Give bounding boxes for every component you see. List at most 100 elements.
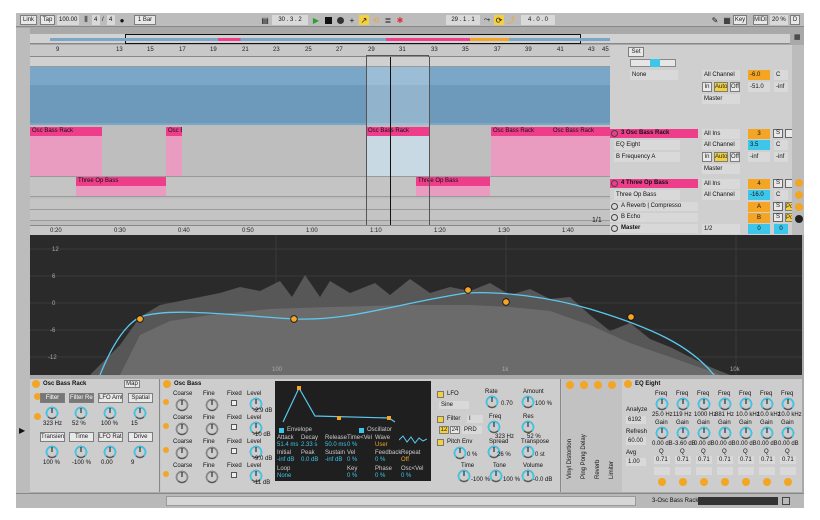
overdub-icon[interactable]: + [347,15,357,25]
track-fold-icon[interactable] [611,180,618,187]
automation-arm-icon[interactable]: ↗ [359,15,369,25]
oscillator-tab[interactable]: Oscillator [367,427,392,433]
chain-device-power-icon[interactable] [594,381,602,389]
rotary-knob[interactable] [175,470,189,484]
env-sustain-value[interactable]: -inf dB [325,457,342,463]
operator-color-icon[interactable] [163,471,169,477]
band-filter-type[interactable] [717,467,733,475]
time-sig-numerator[interactable]: 4 [92,15,100,25]
follow-icon[interactable]: ▤ [260,15,270,25]
loop-start-field[interactable]: 29 . 1 . 1 [446,15,480,25]
midi-map-button[interactable]: MIDI [753,15,768,25]
rotary-knob[interactable] [697,397,711,411]
adaptive-q-field[interactable]: 6192 [626,416,646,424]
track-pan[interactable]: C [774,70,788,80]
env-attack-value[interactable]: 51.4 ms [277,442,298,448]
clip-osc-bass-rack[interactable]: Osc Bass Rack [30,127,102,136]
rack-macro-icon[interactable] [34,413,41,420]
env-repeat-value[interactable]: Off [401,457,409,463]
chain-device-power-icon[interactable] [608,381,616,389]
track-number[interactable]: 4 [748,179,770,189]
track-volume[interactable]: -6.0 [748,70,770,80]
rotary-knob[interactable] [718,397,732,411]
band-number-icon[interactable] [742,478,750,486]
cue-out-select[interactable]: 1/2 [702,224,740,234]
eq-spectrum-display[interactable]: 12 6 0 -6 -12 100 1k 10k [30,235,802,376]
band-number-icon[interactable] [679,478,687,486]
rotary-knob[interactable] [457,469,471,483]
operator-color-icon[interactable] [163,447,169,453]
arrangement-overview[interactable] [30,34,790,44]
arrangement-tracks[interactable]: Osc Bass Rack Osc Bass Rack Osc Bass Rac… [30,57,610,225]
master-pan[interactable]: 0 [774,224,788,234]
avg-field[interactable]: 1.00 [626,458,646,466]
clip-osc-bass-rack[interactable]: Osc Bass Rack [551,127,610,136]
band-filter-type[interactable] [675,467,691,475]
rotary-knob[interactable] [655,397,669,411]
send-a-value[interactable]: -inf [748,152,770,162]
clip-body[interactable] [166,136,182,176]
rotary-knob[interactable] [175,398,189,412]
device-header-icons[interactable] [529,381,557,388]
send-a-value[interactable]: -51.0 [748,82,770,92]
band-number-icon[interactable] [700,478,708,486]
envelope-tab[interactable]: Envelope [287,427,312,433]
clip-body[interactable] [366,136,429,176]
tempo-field[interactable]: 100.00 [57,15,79,25]
clip-body[interactable] [491,136,551,176]
refresh-field[interactable]: 60.00 [626,437,646,445]
rotary-knob[interactable] [453,446,467,460]
eq-band-handle[interactable] [464,286,472,294]
fixed-checkbox[interactable] [231,472,237,478]
rotary-knob[interactable] [133,406,147,420]
macro-label[interactable]: Transient [40,432,65,442]
clip-body[interactable] [416,186,490,196]
param-select[interactable]: B Frequency A [614,152,680,162]
capture-icon[interactable]: ≣ [383,15,393,25]
macro-label[interactable]: Time [69,432,94,442]
fixed-checkbox[interactable] [231,424,237,430]
clip-osc-bass-rack[interactable]: Osc Bass Rack [366,127,429,136]
env-feedback-value[interactable]: 0 % [375,457,385,463]
track-lane-1[interactable] [30,57,610,67]
band-q-value[interactable]: 0.71 [675,456,691,464]
eq-band-handle[interactable] [627,313,635,321]
return-lane-a[interactable] [30,199,610,210]
power-icon[interactable] [32,380,40,388]
filter-circuit-select[interactable]: PRD [462,426,482,434]
env-phase-value[interactable]: 0 % [375,473,385,479]
monitor-auto-button[interactable]: Auto [714,82,728,92]
metronome-quantize-select[interactable]: 1 Bar [134,15,156,25]
chain-device-tab[interactable]: Reverb [595,460,601,479]
solo-button[interactable]: S [773,213,783,222]
solo-button[interactable]: S [773,179,783,188]
rotary-knob[interactable] [74,406,88,420]
power-icon[interactable] [163,380,171,388]
rotary-knob[interactable] [487,420,501,434]
lfo-toggle[interactable] [437,391,444,398]
rotary-knob[interactable] [781,426,795,440]
rotary-knob[interactable] [175,446,189,460]
track-volume[interactable]: 3.5 [748,140,770,150]
envelope-tab-led[interactable] [279,428,284,433]
band-filter-type[interactable] [759,467,775,475]
metronome-icon[interactable]: ● [117,15,127,25]
rotary-knob[interactable] [103,445,117,459]
clip-osc-bass-rack[interactable]: Osc Bass Rack [166,127,182,136]
rotary-knob[interactable] [485,395,499,409]
punch-out-icon[interactable]: ⤴ [506,15,516,25]
record-icon[interactable] [335,15,345,25]
lfo-wave-select[interactable]: Sine [439,401,469,409]
clip-three-op-bass[interactable]: Three Op Bass [416,177,490,186]
loop-switch-icon[interactable]: ⟳ [494,15,504,25]
rotary-knob[interactable] [205,422,219,436]
eq-eight-title[interactable]: EQ Eight [622,379,702,389]
map-button[interactable]: Map [124,380,140,388]
status-scrollbar[interactable] [166,496,636,506]
monitor-off-button[interactable]: Off [730,82,740,92]
monitor-auto-button[interactable]: Auto [714,152,728,162]
chain-device-power-icon[interactable] [566,381,574,389]
pitch-env-toggle[interactable] [437,439,444,446]
env-wave-value[interactable]: User [375,442,388,448]
env-osc_vel-value[interactable]: 0 % [401,473,411,479]
